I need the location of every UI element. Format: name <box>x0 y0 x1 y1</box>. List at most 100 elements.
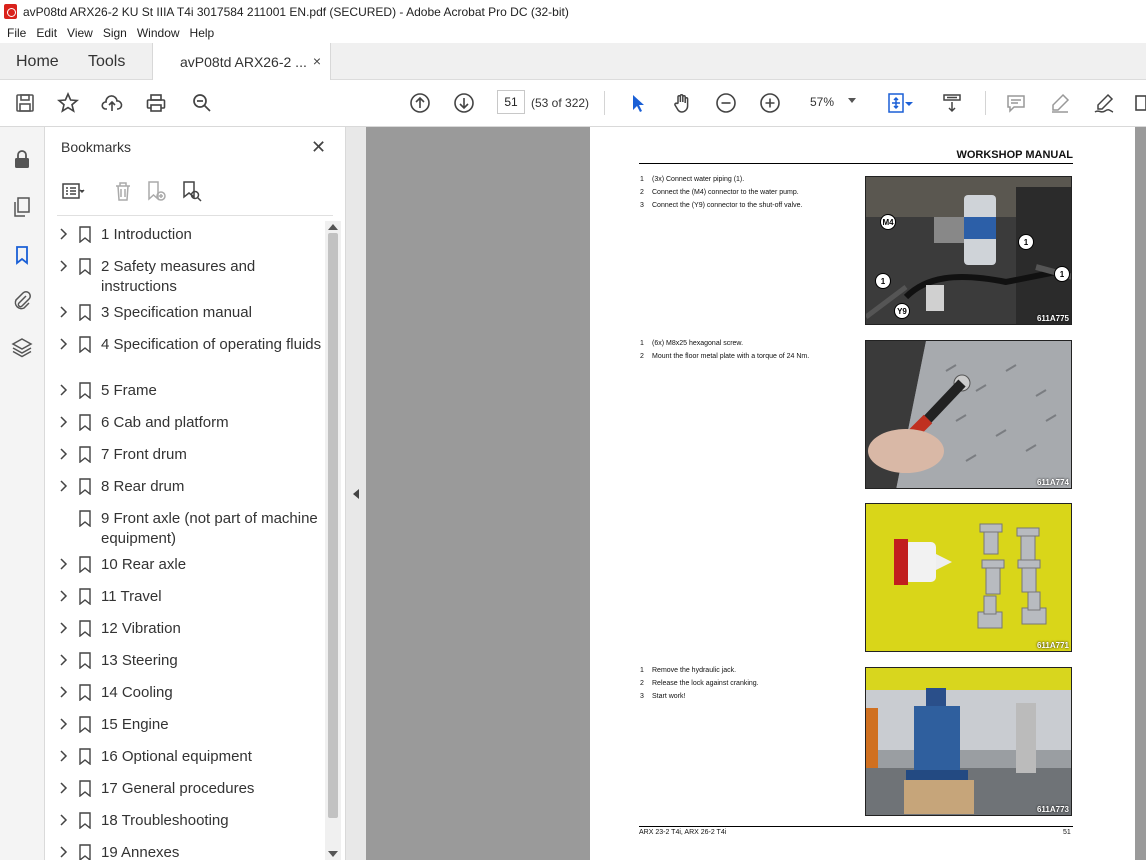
page-number-input[interactable]: 51 <box>497 90 525 114</box>
scroll-down-icon[interactable] <box>328 851 338 857</box>
step-item: 2 Connect the (M4) connector to the water… <box>640 189 799 196</box>
page-footer-number: 51 <box>1063 829 1071 836</box>
bookmark-icon <box>79 336 91 353</box>
chevron-right-icon[interactable] <box>59 338 69 350</box>
chevron-right-icon[interactable] <box>59 686 69 698</box>
layers-icon[interactable] <box>10 335 34 359</box>
zoom-in-icon[interactable] <box>758 91 782 115</box>
menu-help[interactable]: Help <box>185 26 220 40</box>
chevron-down-icon[interactable] <box>903 91 915 115</box>
chevron-right-icon[interactable] <box>59 260 69 272</box>
callout-m4: M4 <box>880 214 896 230</box>
step-list-1: 1 (3x) Connect water piping (1). 2 Connect… <box>640 173 802 212</box>
step-item: 1 (6x) M8x25 hexagonal screw. <box>640 340 744 347</box>
bookmark-icon <box>79 414 91 431</box>
bookmark-label: 12 Vibration <box>101 620 181 637</box>
zoom-level-value: 57% <box>810 95 835 109</box>
delete-bookmark-icon[interactable] <box>111 179 135 203</box>
new-bookmark-icon[interactable] <box>144 179 168 203</box>
chevron-right-icon[interactable] <box>59 416 69 428</box>
step-item: 2 Mount the floor metal plate with a torq… <box>640 353 810 360</box>
menu-window[interactable]: Window <box>132 26 185 40</box>
scroll-up-icon[interactable] <box>328 224 338 230</box>
close-icon[interactable]: ✕ <box>311 137 326 158</box>
bookmark-label: 5 Frame <box>101 382 157 399</box>
menu-view[interactable]: View <box>62 26 98 40</box>
photo-code: 611A774 <box>1036 478 1069 487</box>
bookmark-icon <box>79 620 91 637</box>
previous-page-icon[interactable] <box>408 91 432 115</box>
bookmark-panel-icon[interactable] <box>10 243 34 267</box>
chevron-right-icon[interactable] <box>59 480 69 492</box>
more-tools-icon[interactable] <box>1132 91 1146 115</box>
tab-close-icon[interactable]: × <box>313 53 321 69</box>
photo-floor-plate: 611A774 <box>865 340 1072 489</box>
photo-water-pump: M4 1 1 1 Y9 611A775 <box>865 176 1072 325</box>
bookmark-label: 6 Cab and platform <box>101 414 229 431</box>
bookmark-icon <box>79 258 91 275</box>
select-cursor-icon[interactable] <box>626 91 650 115</box>
bookmark-label: 19 Annexes <box>101 844 180 860</box>
chevron-right-icon[interactable] <box>59 622 69 634</box>
highlight-pen-icon[interactable] <box>1048 91 1072 115</box>
menu-edit[interactable]: Edit <box>31 26 62 40</box>
zoom-level-dropdown[interactable]: 57% <box>800 90 862 114</box>
chevron-left-icon <box>353 489 359 499</box>
upload-cloud-icon[interactable] <box>100 91 124 115</box>
hand-tool-icon[interactable] <box>670 91 694 115</box>
tab-tools[interactable]: Tools <box>88 43 125 80</box>
callout-y9: Y9 <box>894 303 910 319</box>
chevron-right-icon[interactable] <box>59 654 69 666</box>
chevron-right-icon[interactable] <box>59 558 69 570</box>
print-icon[interactable] <box>144 91 168 115</box>
callout-1: 1 <box>875 273 891 289</box>
chevron-right-icon[interactable] <box>59 306 69 318</box>
bookmark-options-icon[interactable] <box>61 179 85 203</box>
header-rule <box>639 163 1073 164</box>
star-icon[interactable] <box>56 91 80 115</box>
photo-code: 611A773 <box>1036 805 1069 814</box>
page-thumbnails-icon[interactable] <box>10 195 34 219</box>
window-title: avP08td ARX26-2 KU St IIIA T4i 3017584 2… <box>23 4 569 19</box>
chevron-right-icon[interactable] <box>59 718 69 730</box>
photo-hydraulic-jack: 611A773 <box>865 667 1072 816</box>
navigation-rail <box>0 127 45 860</box>
bookmark-icon <box>79 812 91 829</box>
sign-pen-icon[interactable] <box>1092 91 1116 115</box>
chevron-right-icon[interactable] <box>59 814 69 826</box>
toolbar-divider <box>985 91 986 115</box>
bookmark-icon <box>79 652 91 669</box>
tab-home[interactable]: Home <box>16 43 59 80</box>
menu-file[interactable]: File <box>2 26 31 40</box>
document-viewer[interactable]: WORKSHOP MANUAL 1 (3x) Connect water pipi… <box>366 127 1146 860</box>
scroll-mode-icon[interactable] <box>940 91 964 115</box>
menu-sign[interactable]: Sign <box>98 26 132 40</box>
zoom-search-icon[interactable] <box>190 91 214 115</box>
chevron-right-icon[interactable] <box>59 384 69 396</box>
next-page-icon[interactable] <box>452 91 476 115</box>
find-bookmark-icon[interactable] <box>179 179 203 203</box>
water-pump-image <box>866 177 1071 324</box>
chevron-right-icon[interactable] <box>59 448 69 460</box>
bookmark-label: 18 Troubleshooting <box>101 812 229 829</box>
bookmark-icon <box>79 304 91 321</box>
page-count: (53 of 322) <box>531 96 590 110</box>
panel-collapse-handle[interactable] <box>346 127 366 860</box>
chevron-right-icon[interactable] <box>59 782 69 794</box>
chevron-right-icon[interactable] <box>59 750 69 762</box>
chevron-right-icon[interactable] <box>59 228 69 240</box>
lock-icon[interactable] <box>10 147 34 171</box>
scrollbar-thumb[interactable] <box>328 233 338 818</box>
comment-icon[interactable] <box>1004 91 1028 115</box>
tab-document[interactable]: avP08td ARX26-2 ... × <box>152 43 331 80</box>
attachments-icon[interactable] <box>10 289 34 313</box>
tab-document-label: avP08td ARX26-2 ... <box>180 53 307 70</box>
bookmark-icon <box>79 226 91 243</box>
bookmark-icon <box>79 684 91 701</box>
chevron-right-icon[interactable] <box>59 846 69 858</box>
zoom-out-icon[interactable] <box>714 91 738 115</box>
bookmark-icon <box>79 446 91 463</box>
bookmarks-scrollbar[interactable] <box>325 221 341 860</box>
save-icon[interactable] <box>13 91 37 115</box>
chevron-right-icon[interactable] <box>59 590 69 602</box>
